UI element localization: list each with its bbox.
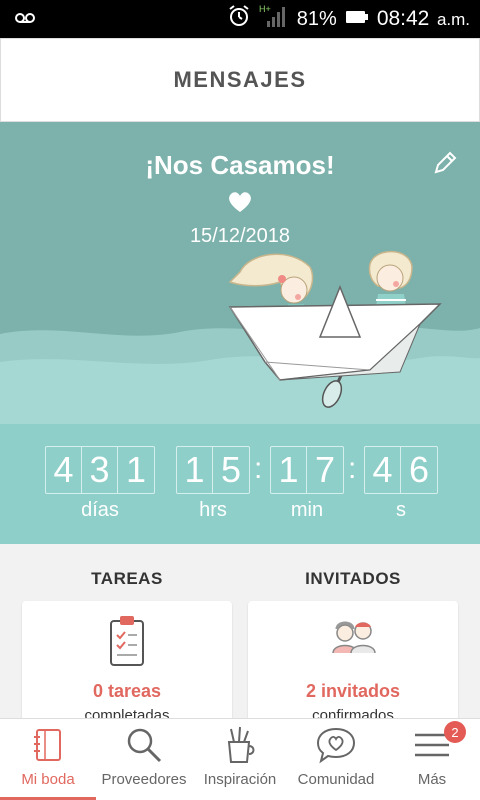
notebook-icon bbox=[32, 719, 64, 771]
summary-section: TAREAS INVITADOS 0 tareas completadas 2 … bbox=[0, 544, 480, 741]
heart-icon bbox=[227, 190, 253, 219]
battery-icon bbox=[345, 8, 369, 31]
digit: 1 bbox=[125, 449, 147, 490]
seconds-digits: 4 6 bbox=[364, 446, 438, 494]
nav-label: Comunidad bbox=[297, 771, 375, 788]
days-label: días bbox=[81, 499, 119, 521]
bottom-navigation: Mi boda Proveedores Inspiración Comunida… bbox=[0, 718, 480, 800]
nav-label: Proveedores bbox=[101, 771, 187, 788]
hours-label: hrs bbox=[199, 499, 227, 521]
nav-label: Mi boda bbox=[21, 771, 75, 788]
nav-inspiracion[interactable]: Inspiración bbox=[192, 719, 288, 800]
digit: 1 bbox=[177, 447, 213, 493]
clock-time: 08:42 bbox=[376, 7, 430, 30]
nav-mas[interactable]: 2 Más bbox=[384, 719, 480, 800]
minutes-digits: 1 7 bbox=[270, 446, 344, 494]
status-bar: H+ 81% 08:42 a.m. bbox=[0, 0, 480, 38]
wedding-hero: ¡Nos Casamos! 15/12/2018 bbox=[0, 122, 480, 424]
clock-ampm: a.m. bbox=[436, 10, 470, 29]
colon-separator: : bbox=[348, 452, 357, 485]
nav-label: Inspiración bbox=[203, 771, 277, 788]
clipboard-checklist-icon bbox=[22, 615, 232, 667]
search-icon bbox=[125, 719, 163, 771]
digit: 1 bbox=[271, 447, 307, 493]
nav-comunidad[interactable]: Comunidad bbox=[288, 719, 384, 800]
couple-guests-icon bbox=[248, 615, 458, 655]
nav-proveedores[interactable]: Proveedores bbox=[96, 719, 192, 800]
digit: 4 bbox=[46, 447, 82, 493]
pencil-cup-icon bbox=[223, 719, 257, 771]
couple-boat-illustration bbox=[228, 250, 442, 408]
messages-title: MENSAJES bbox=[173, 67, 307, 92]
colon-separator: : bbox=[254, 452, 263, 485]
seconds-label: s bbox=[396, 499, 406, 521]
hours-digits: 1 5 bbox=[176, 446, 250, 494]
notification-badge: 2 bbox=[444, 721, 466, 743]
guests-title: INVITADOS bbox=[305, 569, 401, 588]
minutes-label: min bbox=[290, 499, 324, 521]
tasks-title: TAREAS bbox=[91, 569, 163, 588]
digit: 5 bbox=[220, 449, 242, 490]
battery-percent: 81% bbox=[296, 7, 337, 30]
alarm-icon bbox=[227, 4, 251, 34]
tasks-count: 0 tareas bbox=[92, 681, 162, 701]
messages-bar[interactable]: MENSAJES bbox=[0, 38, 480, 122]
edit-pencil-icon[interactable] bbox=[432, 150, 458, 181]
digit: 7 bbox=[314, 449, 336, 490]
chat-heart-icon bbox=[316, 719, 356, 771]
nav-label: Más bbox=[417, 771, 447, 788]
wedding-headline: ¡Nos Casamos! bbox=[145, 150, 335, 180]
digit: 4 bbox=[365, 447, 401, 493]
nav-mi-boda[interactable]: Mi boda bbox=[0, 719, 96, 800]
days-digits: 4 3 1 bbox=[45, 446, 155, 494]
signal-icon: H+ bbox=[259, 3, 289, 35]
countdown-panel: 4 3 1 1 5 : 1 7 : 4 6 días hrs min s bbox=[0, 424, 480, 544]
voicemail-icon bbox=[14, 10, 36, 31]
digit: 3 bbox=[82, 447, 118, 493]
svg-text:H+: H+ bbox=[259, 4, 271, 14]
guests-count: 2 invitados bbox=[305, 681, 401, 701]
digit: 6 bbox=[408, 449, 430, 490]
